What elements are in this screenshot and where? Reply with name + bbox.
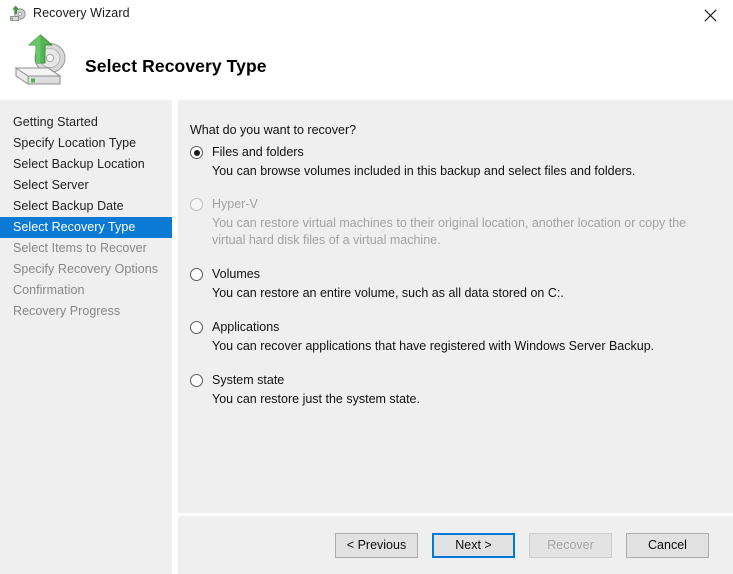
sidebar-item-confirmation[interactable]: Confirmation	[0, 280, 172, 301]
option-hyper-v: Hyper-V You can restore virtual machines…	[178, 196, 733, 249]
recovery-wizard-icon	[9, 5, 27, 23]
option-header[interactable]: System state	[178, 372, 733, 388]
option-label: System state	[212, 373, 285, 387]
option-description: You can browse volumes included in this …	[212, 164, 636, 178]
option-system-state[interactable]: System state You can restore just the sy…	[178, 372, 733, 408]
option-applications[interactable]: Applications You can recover application…	[178, 319, 733, 355]
option-description: You can restore just the system state.	[212, 392, 420, 406]
hard-drive-restore-icon	[12, 34, 76, 90]
sidebar-item-label: Select Server	[13, 178, 89, 192]
radio-system-state[interactable]	[190, 374, 203, 387]
wizard-header: Select Recovery Type	[0, 30, 733, 100]
radio-applications[interactable]	[190, 321, 203, 334]
sidebar-item-select-backup-location[interactable]: Select Backup Location	[0, 154, 172, 175]
option-description: You can recover applications that have r…	[212, 339, 655, 353]
option-header: Hyper-V	[178, 196, 733, 212]
sidebar-item-specify-location-type[interactable]: Specify Location Type	[0, 133, 172, 154]
sidebar-item-select-server[interactable]: Select Server	[0, 175, 172, 196]
sidebar-item-label: Recovery Progress	[13, 304, 121, 318]
wizard-footer: < Previous Next > Recover Cancel	[178, 516, 733, 574]
option-label: Volumes	[212, 267, 260, 281]
option-volumes[interactable]: Volumes You can restore an entire volume…	[178, 266, 733, 302]
close-button[interactable]	[687, 0, 733, 30]
sidebar-item-specify-recovery-options[interactable]: Specify Recovery Options	[0, 259, 172, 280]
recovery-wizard-window: Recovery Wizard Select Recovery Type Get…	[0, 0, 733, 574]
option-description: You can restore virtual machines to thei…	[212, 216, 687, 247]
option-label: Hyper-V	[212, 197, 258, 211]
radio-volumes[interactable]	[190, 268, 203, 281]
next-button[interactable]: Next >	[432, 533, 515, 558]
content-panel: What do you want to recover? Files and f…	[178, 100, 733, 513]
sidebar-item-label: Select Recovery Type	[13, 220, 136, 234]
sidebar-item-recovery-progress[interactable]: Recovery Progress	[0, 301, 172, 322]
sidebar-item-label: Confirmation	[13, 283, 85, 297]
recovery-type-radio-group: Files and folders You can browse volumes…	[178, 144, 733, 408]
previous-button[interactable]: < Previous	[335, 533, 418, 558]
cancel-button[interactable]: Cancel	[626, 533, 709, 558]
radio-hyper-v	[190, 198, 203, 211]
window-title: Recovery Wizard	[33, 6, 130, 20]
option-header[interactable]: Applications	[178, 319, 733, 335]
option-label: Applications	[212, 320, 280, 334]
sidebar-item-select-backup-date[interactable]: Select Backup Date	[0, 196, 172, 217]
step-list: Getting Started Specify Location Type Se…	[0, 100, 172, 322]
sidebar-item-label: Select Backup Date	[13, 199, 124, 213]
sidebar-item-getting-started[interactable]: Getting Started	[0, 112, 172, 133]
option-label: Files and folders	[212, 145, 304, 159]
question-label: What do you want to recover?	[190, 123, 357, 137]
option-header[interactable]: Volumes	[178, 266, 733, 282]
option-header[interactable]: Files and folders	[178, 144, 733, 160]
sidebar-item-label: Select Items to Recover	[13, 241, 147, 255]
recover-button[interactable]: Recover	[529, 533, 612, 558]
title-bar: Recovery Wizard	[0, 0, 733, 30]
page-title: Select Recovery Type	[85, 56, 267, 76]
wizard-body: Getting Started Specify Location Type Se…	[0, 100, 733, 574]
sidebar-item-select-recovery-type[interactable]: Select Recovery Type	[0, 217, 172, 238]
wizard-steps-sidebar: Getting Started Specify Location Type Se…	[0, 100, 172, 574]
sidebar-item-select-items-to-recover[interactable]: Select Items to Recover	[0, 238, 172, 259]
radio-files-and-folders[interactable]	[190, 146, 203, 159]
button-row: < Previous Next > Recover Cancel	[335, 533, 709, 558]
close-icon	[703, 8, 717, 22]
option-files-and-folders[interactable]: Files and folders You can browse volumes…	[178, 144, 733, 180]
option-description: You can restore an entire volume, such a…	[212, 286, 564, 300]
sidebar-item-label: Getting Started	[13, 115, 98, 129]
sidebar-item-label: Specify Recovery Options	[13, 262, 159, 276]
sidebar-item-label: Specify Location Type	[13, 136, 137, 150]
sidebar-item-label: Select Backup Location	[13, 157, 145, 171]
